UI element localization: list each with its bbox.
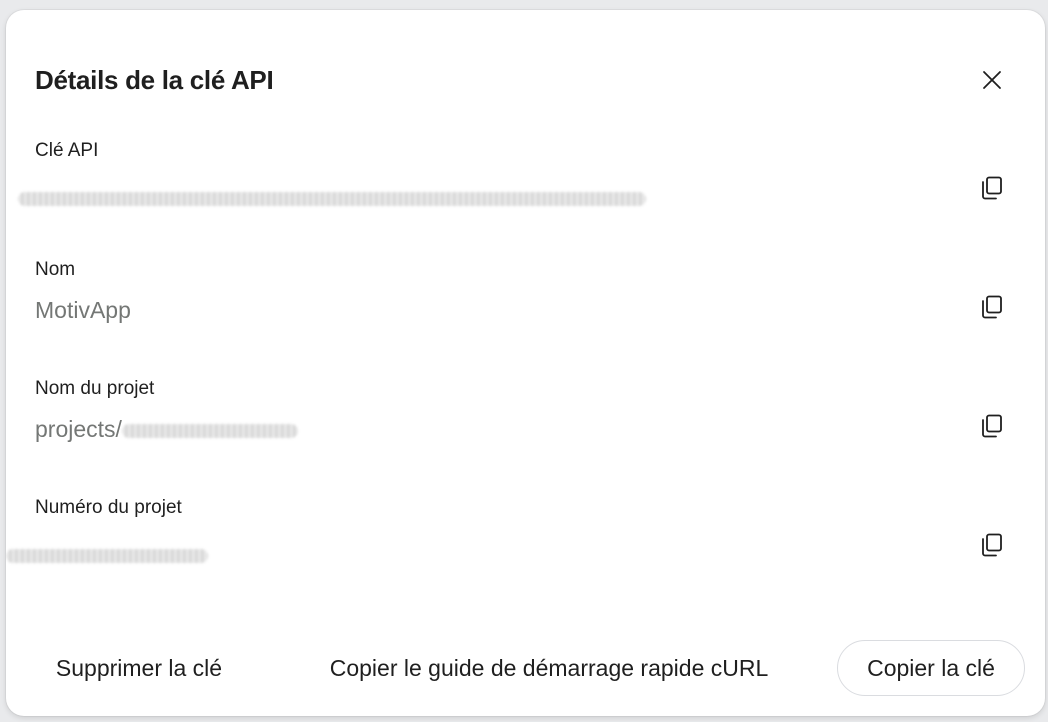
field-project-number: Numéro du projet [6, 497, 1045, 597]
project-number-redacted [6, 548, 208, 563]
api-key-redacted [18, 191, 646, 206]
copy-icon [982, 533, 1002, 557]
project-name-label: Nom du projet [35, 378, 155, 399]
field-name: Nom MotivApp [6, 259, 1045, 359]
close-icon [983, 71, 1001, 89]
name-label: Nom [35, 259, 76, 280]
project-number-value [6, 541, 208, 568]
name-value: MotivApp [35, 297, 131, 323]
copy-icon [982, 414, 1002, 438]
api-key-label: Clé API [35, 140, 99, 161]
close-button[interactable] [974, 62, 1010, 98]
project-number-label: Numéro du projet [35, 497, 182, 518]
copy-project-name-button[interactable] [972, 406, 1012, 446]
api-key-value [18, 184, 646, 211]
dialog-title: Détails de la clé API [35, 65, 274, 95]
project-name-redacted [121, 423, 298, 438]
copy-icon [982, 176, 1002, 200]
copy-key-button[interactable]: Copier la clé [837, 640, 1025, 696]
project-name-value: projects/ [35, 416, 298, 443]
copy-project-number-button[interactable] [972, 525, 1012, 565]
field-api-key: Clé API [6, 140, 1045, 240]
project-name-prefix: projects/ [35, 416, 122, 442]
api-key-details-dialog: Détails de la clé API Clé API Nom MotivA… [6, 10, 1045, 716]
copy-name-button[interactable] [972, 287, 1012, 327]
delete-key-button[interactable]: Supprimer la clé [34, 640, 244, 696]
copy-curl-quickstart-button[interactable]: Copier le guide de démarrage rapide cURL [289, 640, 809, 696]
copy-api-key-button[interactable] [972, 168, 1012, 208]
copy-icon [982, 295, 1002, 319]
field-project-name: Nom du projet projects/ [6, 378, 1045, 478]
